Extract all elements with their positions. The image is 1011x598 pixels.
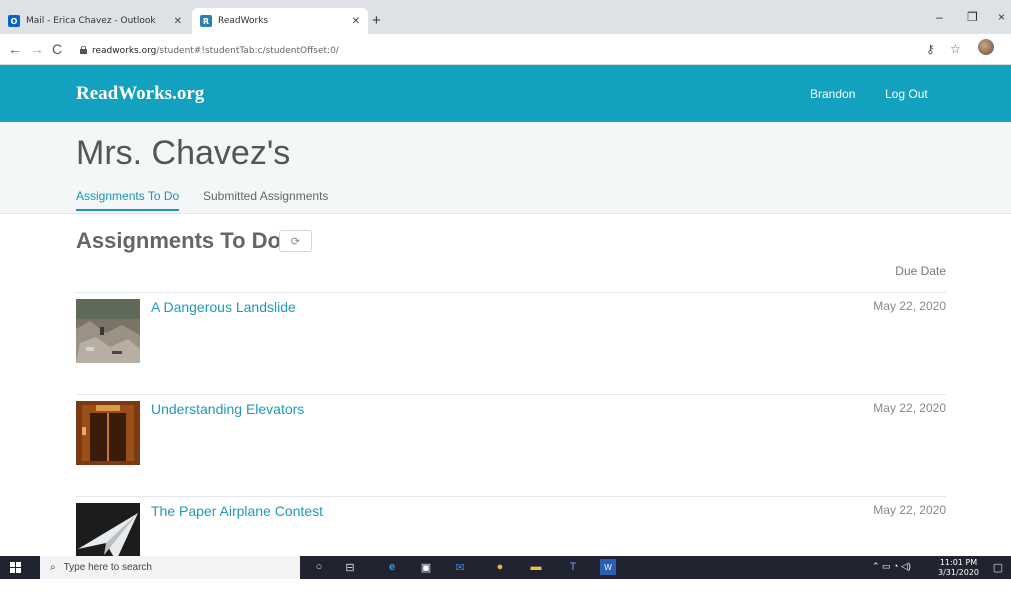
taskbar-search-box[interactable]: ⌕ Type here to search	[40, 556, 300, 579]
key-icon[interactable]: ⚷	[926, 42, 935, 56]
assignment-row[interactable]: The Paper Airplane Contest May 22, 2020	[76, 496, 946, 598]
chrome-icon[interactable]: ●	[492, 559, 508, 575]
tab-title: ReadWorks	[218, 16, 269, 26]
tab-submitted-assignments[interactable]: Submitted Assignments	[203, 189, 328, 203]
address-bar-row: ← → C readworks.org/student#!studentTab:…	[0, 34, 1011, 65]
task-view-icon[interactable]: ⊟	[342, 559, 358, 575]
teams-icon[interactable]: T	[565, 559, 581, 575]
tab-readworks[interactable]: R ReadWorks ✕	[192, 8, 368, 34]
restore-icon[interactable]: ❐	[967, 10, 978, 24]
clock-date: 3/31/2020	[938, 568, 980, 577]
url-host: readworks.org	[92, 46, 157, 56]
close-tab-icon[interactable]: ✕	[352, 16, 360, 27]
forward-icon[interactable]: →	[30, 41, 44, 57]
logout-link[interactable]: Log Out	[885, 87, 928, 101]
notification-icon[interactable]: ▢	[990, 559, 1006, 575]
search-placeholder: Type here to search	[63, 562, 152, 573]
assignment-due-date: May 22, 2020	[873, 299, 946, 313]
lock-icon	[80, 46, 87, 54]
profile-avatar[interactable]	[978, 39, 994, 55]
browser-tab-bar: O Mail - Erica Chavez - Outlook ✕ R Read…	[0, 0, 1011, 34]
file-explorer-icon[interactable]: ▬	[528, 559, 544, 575]
assignment-due-date: May 22, 2020	[873, 503, 946, 517]
back-icon[interactable]: ←	[8, 41, 22, 57]
assignment-title[interactable]: The Paper Airplane Contest	[151, 503, 323, 519]
word-icon[interactable]: W	[600, 559, 616, 575]
minimize-icon[interactable]: –	[936, 10, 943, 24]
assignment-row[interactable]: Understanding Elevators May 22, 2020	[76, 394, 946, 496]
landslide-thumbnail[interactable]	[76, 299, 140, 363]
due-date-header: Due Date	[895, 264, 946, 278]
assignment-title[interactable]: Understanding Elevators	[151, 401, 304, 417]
tab-title: Mail - Erica Chavez - Outlook	[26, 16, 156, 26]
close-tab-icon[interactable]: ✕	[174, 16, 182, 27]
system-tray-icons[interactable]: ⌃ ▭ ◔ ◁)	[872, 561, 911, 572]
assignments-heading: Assignments To Do	[76, 228, 281, 253]
url-field[interactable]: readworks.org/student#!studentTab:c/stud…	[92, 46, 339, 56]
url-path: /student#!studentTab:c/studentOffset:0/	[156, 46, 339, 56]
user-name-link[interactable]: Brandon	[810, 87, 855, 101]
elevator-thumbnail[interactable]	[76, 401, 140, 465]
readworks-icon: R	[200, 15, 212, 27]
new-tab-button[interactable]: +	[372, 12, 381, 29]
assignment-due-date: May 22, 2020	[873, 401, 946, 415]
search-icon: ⌕	[50, 562, 56, 573]
assignment-title[interactable]: A Dangerous Landslide	[151, 299, 296, 315]
windows-start-icon[interactable]	[10, 562, 21, 573]
store-icon[interactable]: ▣	[418, 559, 434, 575]
refresh-button[interactable]: ⟳	[279, 230, 312, 252]
star-icon[interactable]: ☆	[950, 42, 961, 56]
outlook-icon: O	[8, 15, 20, 27]
assignment-row[interactable]: A Dangerous Landslide May 22, 2020	[76, 292, 946, 394]
class-title: Mrs. Chavez's	[76, 134, 291, 172]
windows-taskbar: ⌕ Type here to search ○ ⊟ e ▣ ✉ ● ▬ T W …	[0, 556, 1011, 579]
edge-icon[interactable]: e	[384, 559, 400, 575]
mail-icon[interactable]: ✉	[452, 559, 468, 575]
reload-icon[interactable]: C	[52, 41, 62, 57]
cortana-icon[interactable]: ○	[311, 559, 327, 575]
tab-assignments-to-do[interactable]: Assignments To Do	[76, 189, 180, 211]
refresh-icon: ⟳	[290, 235, 301, 248]
readworks-logo[interactable]: ReadWorks.org	[76, 83, 204, 105]
close-window-icon[interactable]: ×	[998, 10, 1005, 24]
taskbar-clock[interactable]: 11:01 PM 3/31/2020	[938, 558, 979, 578]
clock-time: 11:01 PM	[939, 558, 978, 567]
tab-outlook[interactable]: O Mail - Erica Chavez - Outlook ✕	[0, 8, 190, 34]
